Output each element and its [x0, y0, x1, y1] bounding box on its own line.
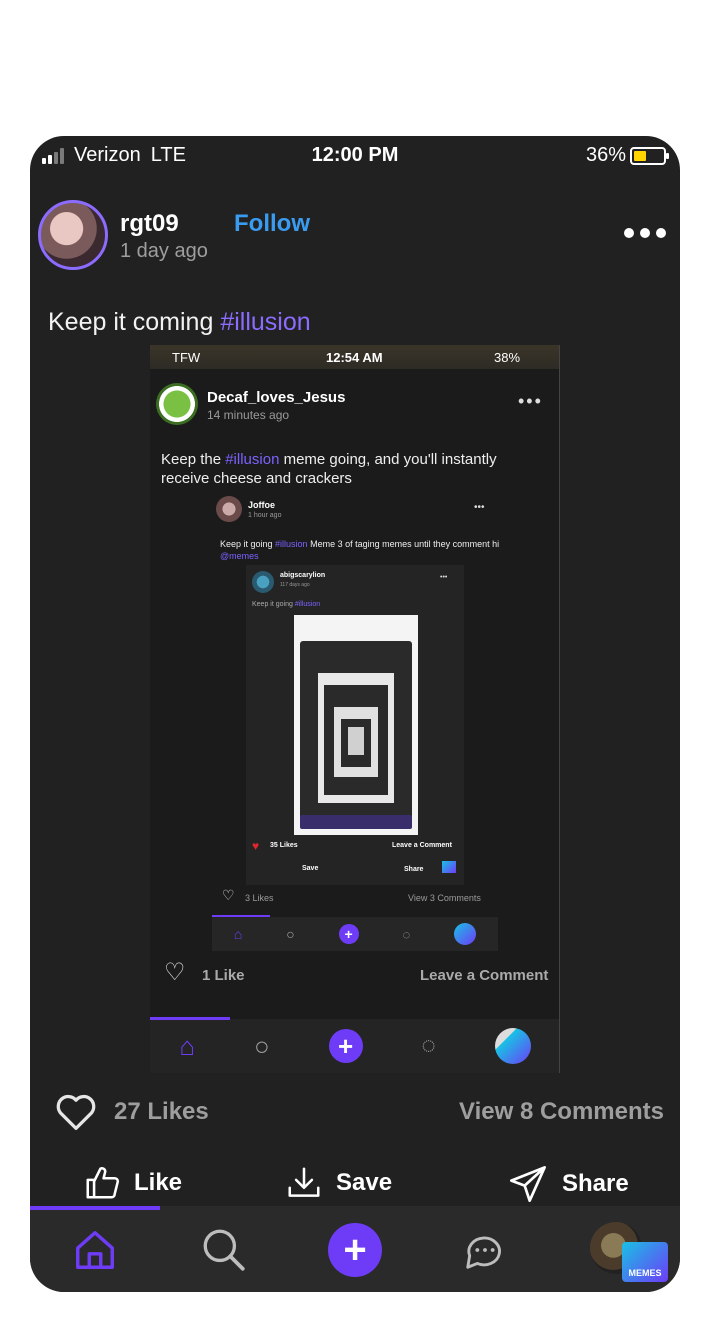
- recursive-image: [294, 615, 418, 835]
- embedded-likes: 1 Like: [202, 967, 245, 984]
- embedded-comment-link: Leave a Comment: [420, 967, 549, 984]
- battery-percent: 36%: [585, 144, 626, 166]
- inner-heart-icon: ♥: [252, 839, 260, 853]
- post-header: rgt09 Follow 1 day ago: [38, 200, 672, 272]
- inner-more-icon: •••: [440, 574, 448, 581]
- chat-icon: [466, 1236, 501, 1269]
- post-caption: Keep it coming #illusion: [48, 308, 311, 337]
- thumbs-up-icon: [86, 1167, 120, 1199]
- embedded-time: 14 minutes ago: [207, 408, 290, 422]
- share-button[interactable]: Share: [506, 1164, 629, 1204]
- nav-messages[interactable]: [457, 1222, 513, 1278]
- home-icon: [76, 1231, 114, 1269]
- clock: 12:00 PM: [311, 144, 399, 166]
- inner-caption-text: Keep it going: [252, 601, 295, 608]
- embedded-status-bar: TFW 12:54 AM 38%: [150, 345, 559, 369]
- inner-share: Share: [404, 866, 424, 873]
- nested-avatar: [216, 496, 242, 522]
- nav-home[interactable]: [67, 1222, 123, 1278]
- embedded-home-icon: ⌂: [179, 1030, 196, 1061]
- status-bar: Verizon LTE 12:00 PM 36%: [30, 136, 680, 174]
- avatar[interactable]: [38, 200, 108, 270]
- nested-caption: Keep it going #illusion Meme 3 of taging…: [220, 538, 500, 562]
- nested-time: 1 hour ago: [248, 512, 282, 519]
- inner-avatar: [252, 571, 274, 593]
- nested-comments: View 3 Comments: [408, 893, 481, 903]
- embedded-username: Decaf_loves_Jesus: [207, 389, 346, 406]
- embedded-caption: Keep the #illusion meme going, and you'l…: [161, 450, 541, 488]
- likes-count[interactable]: 27 Likes: [114, 1098, 209, 1126]
- embedded-caption-text: Keep the: [161, 451, 226, 468]
- embedded-profile-icon: [494, 1028, 531, 1064]
- embedded-avatar: [156, 383, 198, 425]
- nested-post-card: abigscarylion 117 days ago ••• Keep it g…: [246, 565, 464, 885]
- send-icon: [510, 1166, 546, 1202]
- like-label: Like: [134, 1169, 183, 1196]
- inner-save: Save: [302, 865, 319, 872]
- inner-caption-tag: #illusion: [294, 601, 321, 608]
- caption-hashtag[interactable]: #illusion: [220, 308, 310, 336]
- nested-more-icon: •••: [474, 502, 485, 513]
- like-button[interactable]: Like: [82, 1164, 182, 1202]
- nested-caption-text: Keep it going: [220, 539, 276, 549]
- nested-nav-bar: ⌂ ○ + ◌: [212, 917, 498, 951]
- nested-caption-rest: Meme 3 of taging memes until they commen…: [307, 539, 500, 549]
- post-username[interactable]: rgt09: [120, 210, 179, 238]
- embedded-more-icon: •••: [518, 391, 543, 411]
- nav-search[interactable]: [196, 1222, 252, 1278]
- follow-button[interactable]: Follow: [234, 210, 310, 238]
- nested-search-icon: ○: [286, 926, 295, 942]
- inner-memes-icon: [442, 861, 456, 873]
- post-time: 1 day ago: [120, 240, 208, 262]
- inner-likes: 35 Likes: [270, 842, 298, 849]
- embedded-nav-bar: ⌂ ○ + ◌: [150, 1019, 559, 1073]
- inner-comment-link: Leave a Comment: [392, 842, 452, 849]
- embedded-chat-icon: ◌: [421, 1032, 436, 1059]
- nested-username: Joffoe: [248, 500, 275, 510]
- nested-add-icon: +: [338, 924, 359, 944]
- share-label: Share: [562, 1170, 629, 1197]
- memes-logo-badge[interactable]: MEMES: [622, 1242, 668, 1282]
- save-button[interactable]: Save: [284, 1164, 392, 1202]
- embedded-heart-icon: ♡: [164, 959, 186, 986]
- inner-time: 117 days ago: [280, 582, 310, 588]
- view-comments-link[interactable]: View 8 Comments: [459, 1098, 664, 1126]
- embedded-clock: 12:54 AM: [326, 350, 383, 365]
- nested-profile-icon: [454, 923, 477, 945]
- bottom-nav: + MEMES: [30, 1206, 680, 1292]
- embedded-search-icon: ○: [254, 1030, 270, 1061]
- phone-screen: Verizon LTE 12:00 PM 36% rgt09 Follow 1 …: [30, 136, 680, 1292]
- embedded-nav-indicator: [150, 1017, 230, 1020]
- nested-nav-indicator: [212, 915, 270, 917]
- nested-caption-mention: @memes: [220, 551, 259, 561]
- embedded-add-icon: +: [328, 1029, 363, 1063]
- embedded-caption-tag: #illusion: [225, 451, 280, 468]
- nested-heart-icon: ♡: [222, 887, 235, 903]
- nested-home-icon: ⌂: [233, 926, 243, 942]
- search-icon: [203, 1229, 245, 1271]
- post-image[interactable]: TFW 12:54 AM 38% Decaf_loves_Jesus 14 mi…: [150, 345, 560, 1073]
- heart-icon[interactable]: [54, 1092, 98, 1132]
- embedded-carrier: TFW: [172, 350, 201, 365]
- download-icon: [288, 1167, 320, 1197]
- caption-text: Keep it coming: [48, 308, 221, 336]
- post-stats: 27 Likes View 8 Comments: [54, 1092, 664, 1132]
- embedded-battery: 38%: [494, 350, 521, 365]
- more-options-icon[interactable]: [624, 228, 666, 238]
- plus-icon: +: [343, 1227, 367, 1272]
- inner-username: abigscarylion: [280, 572, 326, 579]
- action-bar: Like Save Share: [30, 1160, 680, 1206]
- nested-caption-tag: #illusion: [275, 539, 308, 549]
- nested-chat-icon: ◌: [402, 926, 411, 942]
- nav-active-indicator: [30, 1206, 160, 1210]
- nested-likes: 3 Likes: [245, 893, 274, 903]
- add-post-button[interactable]: +: [328, 1223, 382, 1277]
- save-label: Save: [336, 1169, 393, 1196]
- inner-caption: Keep it going #illusion: [252, 601, 320, 608]
- battery-icon: [630, 146, 669, 165]
